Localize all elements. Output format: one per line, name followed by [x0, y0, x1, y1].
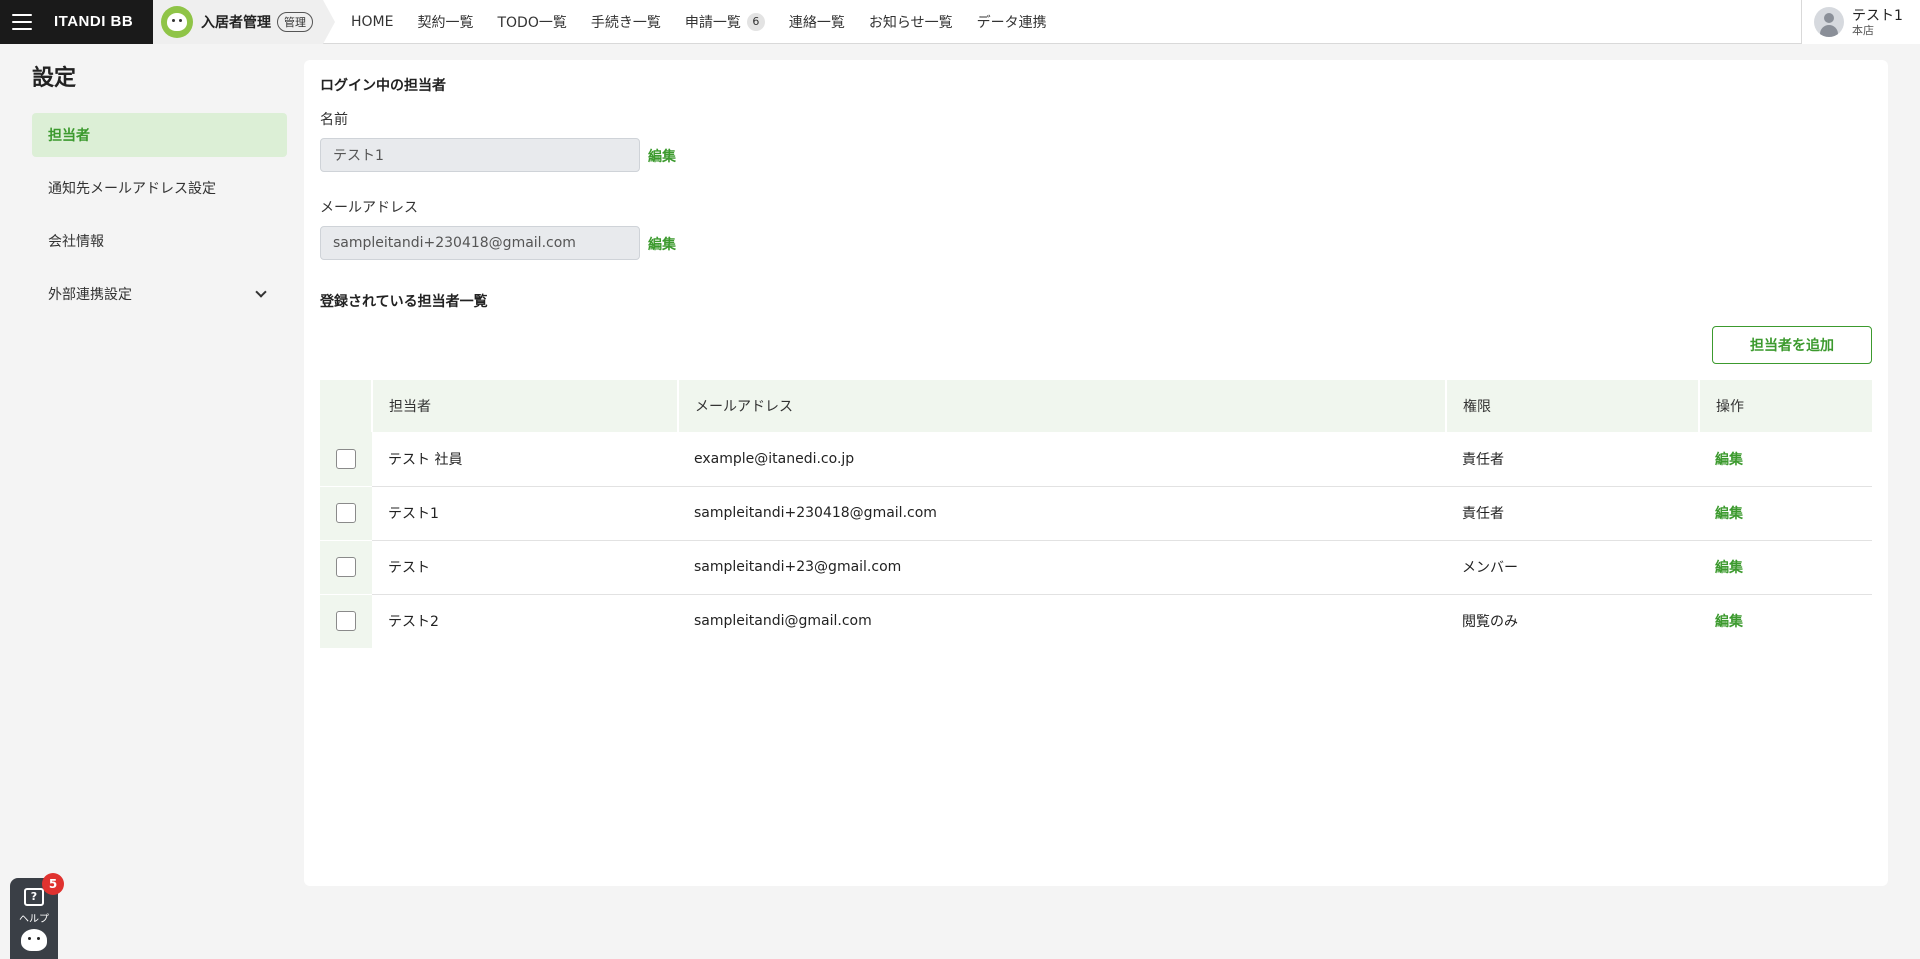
row-edit-link[interactable]: 編集 [1715, 506, 1743, 522]
main-nav: HOME 契約一覧 TODO一覧 手続き一覧 申請一覧 6 連絡一覧 お知らせ一覧… [339, 0, 1059, 44]
staff-email: sampleitandi+23@gmail.com [678, 540, 1446, 595]
staff-role: 責任者 [1446, 486, 1699, 541]
brand-logo[interactable]: ITANDI BB [54, 13, 133, 30]
settings-menu: 担当者 通知先メールアドレス設定 会社情報 外部連携設定 [32, 113, 287, 325]
edit-email-link[interactable]: 編集 [648, 234, 676, 254]
sidebar-item-notification-email[interactable]: 通知先メールアドレス設定 [32, 166, 287, 210]
applications-count-badge: 6 [746, 12, 765, 31]
staff-role: メンバー [1446, 540, 1699, 595]
page-title: 設定 [32, 66, 77, 91]
name-field[interactable] [320, 138, 640, 172]
brand-area: ITANDI BB [0, 0, 153, 44]
row-actions: 編集 [1699, 432, 1872, 487]
staff-role: 閲覧のみ [1462, 614, 1518, 631]
staff-email: sampleitandi+230418@gmail.com [678, 486, 1446, 541]
logged-in-staff-heading: ログイン中の担当者 [320, 78, 446, 94]
sidebar-item-staff[interactable]: 担当者 [32, 113, 287, 157]
help-label: ヘルプ [19, 914, 49, 925]
help-question-icon: ? [24, 888, 44, 906]
column-header-actions: 操作 [1699, 380, 1872, 432]
row-actions: 編集 [1699, 486, 1872, 541]
admin-badge: 管理 [277, 11, 313, 32]
row-actions: 編集 [1699, 540, 1872, 595]
nav-data-integration[interactable]: データ連携 [977, 12, 1047, 32]
bear-mascot-icon [161, 5, 193, 38]
top-navigation-bar: ITANDI BB 入居者管理 管理 HOME 契約一覧 TODO一覧 手続き一… [0, 0, 1920, 44]
nav-notices[interactable]: お知らせ一覧 [869, 12, 953, 32]
row-select-cell [320, 486, 372, 541]
row-select-cell [320, 594, 372, 648]
table-row: テスト1 sampleitandi+230418@gmail.com 責任者 編… [320, 486, 1872, 541]
settings-sidebar: 設定 担当者 通知先メールアドレス設定 会社情報 外部連携設定 [0, 44, 304, 959]
chevron-down-icon [255, 286, 267, 298]
user-store: 本店 [1852, 23, 1874, 37]
staff-name: テスト1 [372, 486, 678, 541]
table-row: テスト sampleitandi+23@gmail.com メンバー 編集 [320, 540, 1872, 595]
nav-contacts[interactable]: 連絡一覧 [789, 12, 845, 32]
nav-todo[interactable]: TODO一覧 [497, 12, 566, 32]
staff-table: 担当者 メールアドレス 権限 操作 テスト 社員 example@itanedi… [320, 380, 1872, 648]
row-select-cell [320, 540, 372, 595]
row-edit-link[interactable]: 編集 [1715, 452, 1743, 468]
user-avatar-icon [1814, 7, 1844, 37]
staff-name: テスト 社員 [372, 432, 678, 487]
column-header-role: 権限 [1446, 380, 1700, 432]
row-checkbox[interactable] [336, 557, 356, 577]
user-info: テスト1 本店 [1852, 8, 1903, 37]
row-edit-link[interactable]: 編集 [1715, 560, 1743, 576]
row-checkbox[interactable] [336, 611, 356, 632]
nav-procedures[interactable]: 手続き一覧 [591, 12, 661, 32]
nav-applications[interactable]: 申請一覧 6 [685, 12, 765, 32]
staff-name: テスト [372, 540, 678, 595]
hamburger-menu-icon[interactable] [12, 13, 32, 30]
add-staff-button[interactable]: 担当者を追加 [1712, 326, 1872, 364]
email-label: メールアドレス [320, 200, 418, 216]
nav-home[interactable]: HOME [351, 14, 393, 30]
sidebar-item-company-info[interactable]: 会社情報 [32, 219, 287, 263]
staff-list-heading: 登録されている担当者一覧 [320, 294, 488, 310]
email-field[interactable] [320, 226, 640, 260]
row-actions: 編集 [1699, 594, 1872, 648]
staff-email: sampleitandi@gmail.com [694, 613, 872, 630]
user-menu[interactable]: テスト1 本店 [1801, 0, 1920, 44]
row-select-cell [320, 432, 372, 487]
product-name: 入居者管理 [201, 14, 271, 31]
nav-contracts[interactable]: 契約一覧 [417, 12, 473, 32]
name-label: 名前 [320, 112, 348, 128]
column-header-staff: 担当者 [372, 380, 679, 432]
row-edit-link[interactable]: 編集 [1715, 614, 1743, 630]
staff-email: example@itanedi.co.jp [678, 432, 1446, 487]
sidebar-item-external-integration[interactable]: 外部連携設定 [32, 272, 287, 316]
product-switcher[interactable]: 入居者管理 管理 [153, 0, 335, 44]
staff-role: 責任者 [1446, 432, 1699, 487]
column-header-email: メールアドレス [678, 380, 1447, 432]
staff-settings-panel: ログイン中の担当者 名前 編集 メールアドレス 編集 登録されている担当者一覧 … [304, 60, 1888, 886]
row-checkbox[interactable] [336, 448, 356, 469]
staff-name: テスト2 [388, 614, 439, 631]
user-name: テスト1 [1852, 7, 1903, 24]
edit-name-link[interactable]: 編集 [648, 146, 676, 166]
select-column-header [320, 380, 373, 432]
table-row: テスト 社員 example@itanedi.co.jp 責任者 編集 [320, 432, 1872, 487]
row-checkbox[interactable] [336, 503, 356, 523]
bear-mascot-icon [21, 929, 47, 951]
table-header-row: 担当者 メールアドレス 権限 操作 [320, 380, 1872, 432]
table-row: テスト2 sampleitandi@gmail.com 閲覧のみ 編集 [320, 594, 1872, 648]
help-notification-badge: 5 [42, 873, 64, 895]
